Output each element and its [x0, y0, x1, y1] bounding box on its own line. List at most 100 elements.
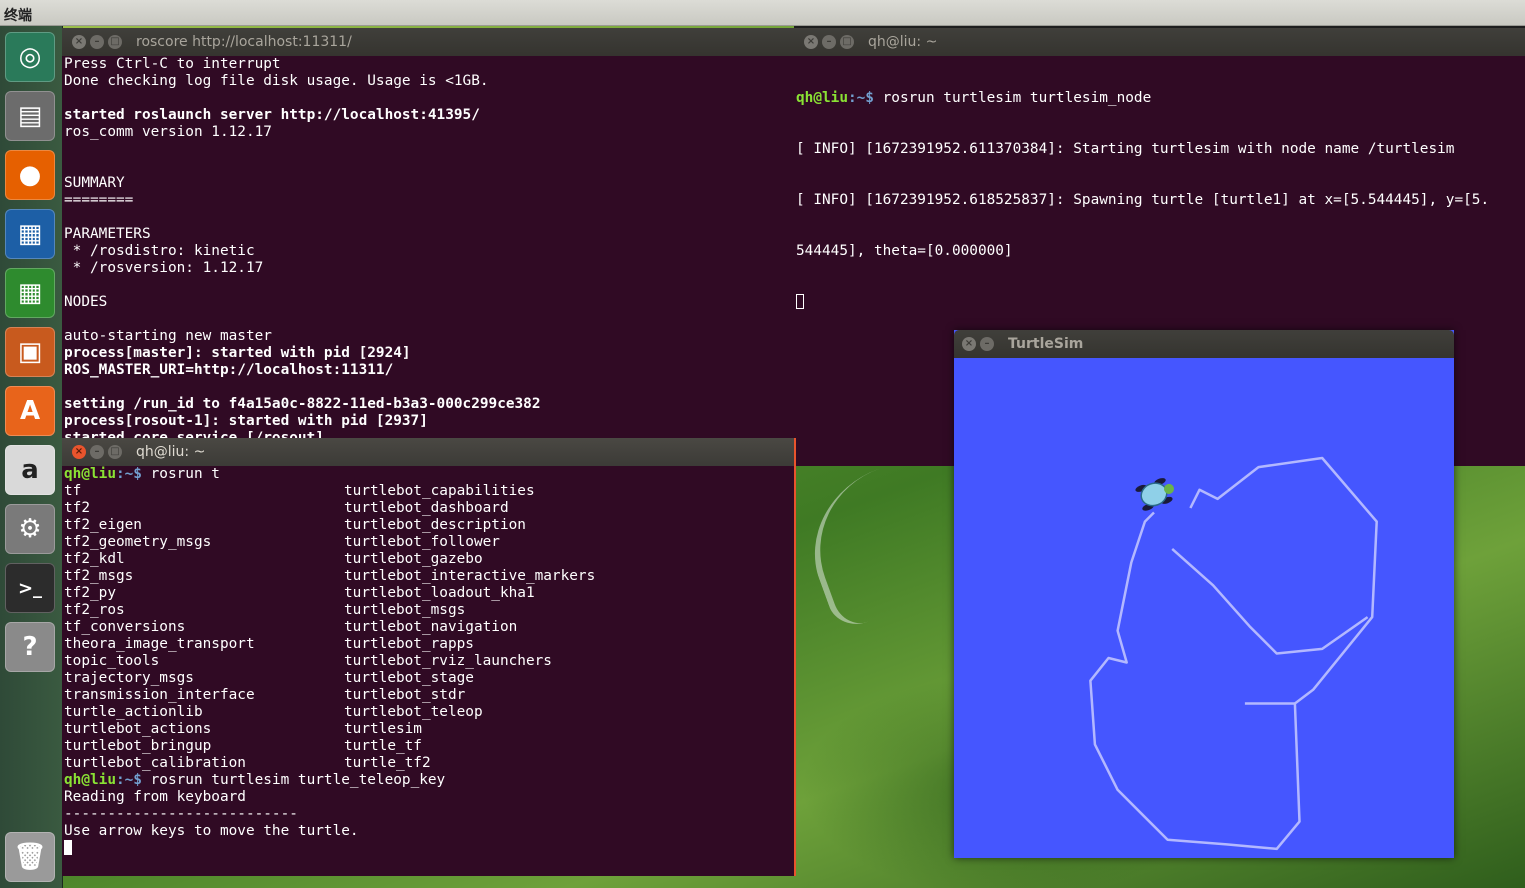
package-name: turtlebot_actions: [64, 721, 212, 737]
log-line: Done checking log file disk usage. Usage…: [64, 73, 489, 89]
log-line: process[master]: started with pid [2924]: [64, 345, 411, 361]
log-line: setting /run_id to f4a15a0c-8822-11ed-b3…: [64, 396, 541, 412]
terminal-output[interactable]: qh@liu:~$ rosrun t tf turtlebot_capabiliti…: [64, 466, 794, 876]
package-name: tf2_eigen: [64, 517, 142, 533]
maximize-button[interactable]: □: [108, 35, 122, 49]
turtlesim-window[interactable]: × – TurtleSim: [954, 330, 1454, 858]
completion-row: tf2_geometry_msgs turtlebot_follower: [64, 534, 794, 551]
package-name: tf2_msgs: [64, 568, 134, 584]
log-line: auto-starting new master: [64, 328, 272, 344]
command-text: rosrun turtlesim turtle_teleop_key: [141, 772, 446, 788]
text-cursor: [64, 840, 72, 855]
close-button[interactable]: ×: [962, 337, 976, 351]
ubuntu-dash-icon[interactable]: ◎: [5, 32, 55, 82]
libreoffice-impress-icon[interactable]: ▣: [5, 327, 55, 377]
libreoffice-writer-icon[interactable]: ▦: [5, 209, 55, 259]
log-line: * /rosdistro: kinetic: [64, 243, 255, 259]
files-icon[interactable]: ▤: [5, 91, 55, 141]
window-title: qh@liu: ~: [868, 34, 938, 50]
terminal-icon[interactable]: >_: [5, 563, 55, 613]
prompt-line: qh@liu:~$ rosrun turtlesim turtlesim_nod…: [796, 90, 1525, 107]
teleop-titlebar[interactable]: × – □ qh@liu: ~: [62, 438, 794, 466]
prompt-line: qh@liu:~$ rosrun turtlesim turtle_teleop…: [64, 772, 794, 789]
package-name: turtlebot_teleop: [344, 704, 483, 720]
command-text: rosrun turtlesim turtlesim_node: [873, 90, 1152, 106]
completion-row: tf2_py turtlebot_loadout_kha1: [64, 585, 794, 602]
completion-row: tf2_eigen turtlebot_description: [64, 517, 794, 534]
prompt-path: :~$: [847, 90, 874, 106]
amazon-icon[interactable]: a: [5, 445, 55, 495]
output-line: Use arrow keys to move the turtle.: [64, 823, 359, 839]
prompt-user: qh@liu: [64, 466, 116, 482]
libreoffice-calc-icon[interactable]: ▦: [5, 268, 55, 318]
close-button[interactable]: ×: [72, 445, 86, 459]
package-name: tf2_kdl: [64, 551, 125, 567]
window-title: qh@liu: ~: [136, 444, 206, 460]
package-name: tf2: [64, 500, 90, 516]
package-name: turtlebot_gazebo: [344, 551, 483, 567]
firefox-icon[interactable]: ●: [5, 150, 55, 200]
completion-row: trajectory_msgs turtlebot_stage: [64, 670, 794, 687]
completion-row: turtlebot_actions turtlesim: [64, 721, 794, 738]
turtlesim-node-titlebar[interactable]: × – □ qh@liu: ~: [794, 28, 1525, 56]
close-button[interactable]: ×: [72, 35, 86, 49]
help-icon[interactable]: ?: [5, 622, 55, 672]
package-name: theora_image_transport: [64, 636, 255, 652]
minimize-button[interactable]: –: [90, 35, 104, 49]
teleop-terminal-window[interactable]: × – □ qh@liu: ~ qh@liu:~$ rosrun t tf turt…: [62, 438, 796, 876]
terminal-output[interactable]: Press Ctrl-C to interrupt Done checking l…: [64, 56, 794, 438]
software-center-icon[interactable]: A: [5, 386, 55, 436]
close-button[interactable]: ×: [804, 35, 818, 49]
completion-row: turtlebot_calibration turtle_tf2: [64, 755, 794, 772]
minimize-button[interactable]: –: [822, 35, 836, 49]
package-name: tf2_ros: [64, 602, 125, 618]
trash-icon[interactable]: 🗑: [5, 832, 55, 882]
package-name: tf2_geometry_msgs: [64, 534, 212, 550]
cursor-line: [796, 294, 1525, 311]
log-line: ROS_MASTER_URI=http://localhost:11311/: [64, 362, 394, 378]
minimize-button[interactable]: –: [90, 445, 104, 459]
roscore-terminal-window[interactable]: × – □ roscore http://localhost:11311/ Pr…: [62, 28, 794, 438]
package-name: turtlebot_calibration: [64, 755, 246, 771]
package-name: turtlebot_msgs: [344, 602, 466, 618]
completion-row: turtlebot_bringup turtle_tf: [64, 738, 794, 755]
package-name: turtlebot_loadout_kha1: [344, 585, 535, 601]
package-name: turtle_actionlib: [64, 704, 203, 720]
window-title: TurtleSim: [1008, 336, 1084, 352]
package-name: transmission_interface: [64, 687, 255, 703]
completion-row: tf_conversions turtlebot_navigation: [64, 619, 794, 636]
command-text: rosrun t: [141, 466, 220, 482]
output-line: Reading from keyboard: [64, 789, 246, 805]
maximize-button[interactable]: □: [840, 35, 854, 49]
maximize-button[interactable]: □: [108, 445, 122, 459]
prompt-user: qh@liu: [796, 90, 848, 106]
log-line: PARAMETERS: [64, 226, 151, 242]
window-title: roscore http://localhost:11311/: [136, 34, 352, 50]
package-name: tf: [64, 483, 82, 499]
cursor-line: [64, 840, 794, 857]
package-name: trajectory_msgs: [64, 670, 194, 686]
active-app-title: 终端: [4, 8, 32, 24]
completion-row: tf2_msgs turtlebot_interactive_markers: [64, 568, 794, 585]
completion-row: tf2 turtlebot_dashboard: [64, 500, 794, 517]
turtlesim-titlebar[interactable]: × – TurtleSim: [954, 330, 1454, 358]
system-settings-icon[interactable]: ⚙: [5, 504, 55, 554]
turtle-icon: [1135, 478, 1175, 511]
completion-row: turtle_actionlib turtlebot_teleop: [64, 704, 794, 721]
prompt-path: :~$: [115, 772, 142, 788]
log-line: Press Ctrl-C to interrupt: [64, 56, 281, 72]
turtle-path-inner: [1171, 547, 1369, 655]
log-line: started core service [/rosout]: [64, 430, 324, 438]
completion-row: tf turtlebot_capabilities: [64, 483, 794, 500]
roscore-titlebar[interactable]: × – □ roscore http://localhost:11311/: [62, 28, 794, 56]
unity-launcher: ◎ ▤ ● ▦ ▦ ▣ Aa ⚙ >_? 🗑: [0, 26, 63, 888]
log-line: process[rosout-1]: started with pid [293…: [64, 413, 428, 429]
output-line: ---------------------------: [64, 806, 298, 822]
prompt-line: qh@liu:~$ rosrun t: [64, 466, 794, 483]
minimize-button[interactable]: –: [980, 337, 994, 351]
text-cursor: [796, 294, 804, 309]
package-name: turtlebot_stage: [344, 670, 474, 686]
